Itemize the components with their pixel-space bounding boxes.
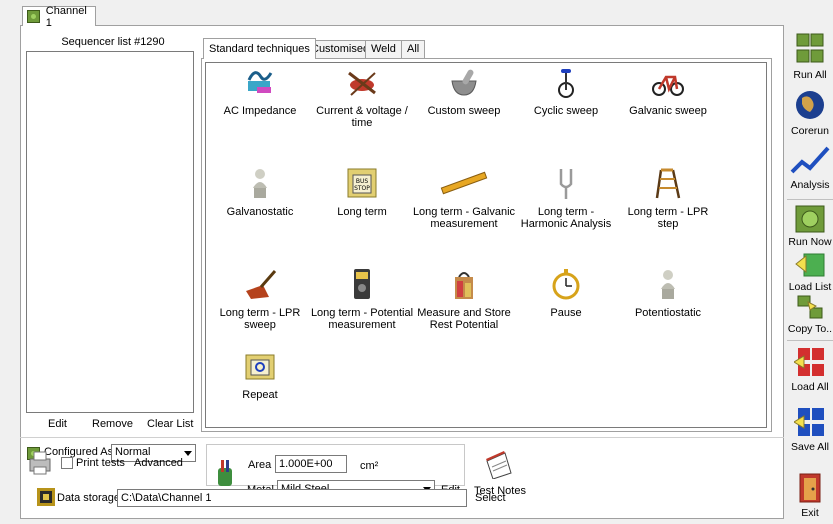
sequencer-title: Sequencer list #1290 (61, 36, 165, 48)
sequencer-edit-button[interactable]: Edit (48, 418, 67, 430)
sequencer-remove-button[interactable]: Remove (92, 418, 133, 430)
exit-door-icon (799, 473, 821, 503)
ruler-icon (440, 171, 488, 195)
statue-icon (661, 270, 675, 299)
run-all-icon (796, 33, 824, 63)
save-all-icon (793, 408, 824, 436)
run-now-icon (795, 205, 825, 233)
technique-pause[interactable]: Pause (514, 267, 618, 319)
area-unit: cm² (360, 460, 379, 472)
technique-custom-sweep[interactable]: Custom sweep (412, 65, 516, 117)
analysis-button[interactable]: Analysis (787, 142, 833, 191)
bus-stop-icon: BUS STOP (347, 168, 377, 198)
sequencer-clear-button[interactable]: Clear List (147, 418, 193, 430)
sequencer-list[interactable] (26, 51, 194, 413)
analysis-chart-icon (790, 146, 830, 174)
ladder-icon (655, 168, 681, 199)
globe-icon (796, 91, 824, 119)
technique-long-term-potential-measurement[interactable]: Long term - Potential measurement (310, 267, 414, 331)
data-storage-path-input[interactable]: C:\Data\Channel 1 (117, 489, 467, 507)
chevron-down-icon (184, 451, 192, 456)
data-storage-label: Data storage (57, 492, 120, 504)
technique-current-voltage-time[interactable]: Current & voltage / time (310, 65, 414, 129)
run-now-button[interactable]: Run Now (787, 205, 833, 248)
technique-galvanostatic[interactable]: Galvanostatic (208, 166, 312, 218)
print-tests-checkbox[interactable] (61, 457, 73, 469)
advanced-button[interactable]: Advanced (134, 457, 183, 469)
technique-cyclic-sweep[interactable]: Cyclic sweep (514, 65, 618, 117)
technique-galvanic-sweep[interactable]: Galvanic sweep (616, 65, 720, 117)
stopwatch-icon (552, 269, 580, 300)
bottom-separator (20, 437, 784, 438)
tab-channel-1[interactable]: Channel 1 (22, 4, 96, 29)
technique-long-term-galvanic-measurement[interactable]: Long term - Galvanic measurement (412, 166, 516, 230)
toolbar-separator (787, 199, 833, 200)
tab-standard-techniques[interactable]: Standard techniques (203, 38, 316, 59)
tuning-fork-icon (559, 169, 573, 199)
shopping-bag-icon (455, 272, 473, 299)
channel-status-icon (27, 10, 40, 23)
mortar-pestle-icon (451, 69, 477, 96)
technique-repeat[interactable]: Repeat (208, 349, 312, 401)
print-tests-label: Print tests (76, 457, 125, 469)
unicycle-icon (558, 69, 574, 98)
run-all-button[interactable]: Run All (787, 32, 833, 81)
svg-text:BUS: BUS (356, 178, 369, 185)
technique-potentiostatic[interactable]: Potentiostatic (616, 267, 720, 319)
exit-button[interactable]: Exit (787, 472, 833, 519)
technique-long-term-lpr-step[interactable]: Long term - LPR step (616, 166, 720, 230)
oscilloscope-icon (348, 71, 376, 96)
save-all-button[interactable]: Save All (787, 406, 833, 453)
load-list-button[interactable]: Load List (787, 250, 833, 293)
copy-to-icon (797, 295, 823, 319)
corerun-button[interactable]: Corerun (787, 88, 833, 137)
technique-measure-store-rest-potential[interactable]: Measure and Store Rest Potential (412, 267, 516, 331)
tab-all[interactable]: All (401, 40, 426, 58)
technique-long-term-lpr-sweep[interactable]: Long term - LPR sweep (208, 267, 312, 331)
svg-text:STOP: STOP (354, 185, 370, 192)
technique-long-term[interactable]: BUS STOP Long term (310, 166, 414, 218)
ac-impedance-icon (247, 71, 273, 93)
electrode-icon (218, 460, 232, 486)
multimeter-icon (354, 269, 370, 299)
statue-icon (253, 169, 267, 198)
load-list-icon (795, 253, 825, 277)
bicycle-icon (652, 75, 684, 96)
area-input[interactable]: 1.000E+00 (275, 455, 347, 473)
data-storage-select-button[interactable]: Select (475, 492, 506, 504)
channel-tab-label: Channel 1 (45, 4, 87, 29)
printer-icon (29, 451, 51, 475)
techniques-grid: AC Impedance Current & voltage / time Cu… (205, 62, 767, 428)
data-storage-icon (37, 488, 55, 506)
technique-ac-impedance[interactable]: AC Impedance (208, 65, 312, 117)
toolbar-separator (787, 340, 833, 341)
load-all-button[interactable]: Load All (787, 346, 833, 393)
technique-long-term-harmonic-analysis[interactable]: Long term - Harmonic Analysis (514, 166, 618, 230)
load-all-icon (793, 348, 824, 376)
copy-to-button[interactable]: Copy To.. (787, 294, 833, 335)
repeat-folder-icon (245, 354, 275, 380)
dustpan-icon (246, 270, 277, 299)
tab-weld[interactable]: Weld (365, 40, 402, 58)
area-label: Area (248, 459, 272, 471)
test-notes-icon[interactable] (483, 449, 513, 479)
